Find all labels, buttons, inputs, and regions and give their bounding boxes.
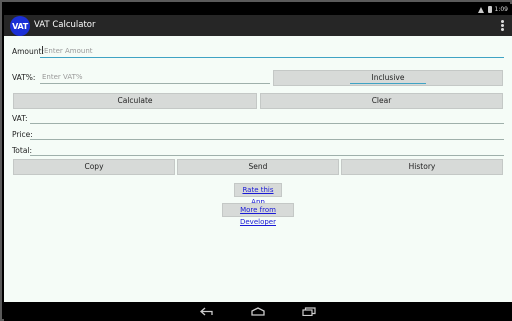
wifi-icon (477, 6, 485, 13)
copy-button[interactable]: Copy (13, 159, 175, 175)
amount-input[interactable]: Enter Amount (40, 46, 504, 58)
send-button[interactable]: Send (177, 159, 339, 175)
inclusive-label: Inclusive (371, 73, 405, 82)
amount-placeholder: Enter Amount (44, 47, 93, 55)
app-title: VAT Calculator (34, 20, 96, 30)
device-frame: 1:09 VAT VAT Calculator Amount: Enter Am… (0, 0, 512, 321)
action-bar: VAT VAT Calculator (4, 15, 512, 36)
clear-button[interactable]: Clear (260, 93, 503, 109)
total-result-field (30, 144, 504, 156)
vat-result-label: VAT: (12, 114, 28, 123)
vat-percent-input[interactable]: Enter VAT% (40, 72, 270, 84)
home-icon[interactable] (251, 307, 265, 316)
inclusive-indicator (350, 83, 426, 84)
battery-icon (487, 6, 492, 13)
vat-percent-label: VAT%: (12, 73, 36, 82)
navigation-bar (4, 302, 512, 321)
more-from-developer-link[interactable]: More from Developer (222, 203, 294, 226)
app-logo-icon: VAT (10, 16, 30, 36)
status-icons: 1:09 (477, 6, 508, 13)
recent-apps-icon[interactable] (302, 307, 316, 316)
overflow-menu-icon[interactable] (501, 20, 504, 31)
status-bar: 1:09 (4, 4, 512, 15)
overflow-dot (501, 24, 504, 27)
calculate-button[interactable]: Calculate (13, 93, 257, 109)
clock: 1:09 (494, 6, 508, 13)
price-result-field (30, 128, 504, 140)
vat-result-field (30, 112, 504, 124)
history-button[interactable]: History (341, 159, 503, 175)
main-content: Amount: Enter Amount VAT%: Enter VAT% In… (4, 36, 512, 302)
back-icon[interactable] (200, 307, 214, 316)
rate-app-link[interactable]: Rate this App (234, 183, 282, 206)
text-caret (42, 46, 43, 54)
inclusive-toggle[interactable]: Inclusive (273, 70, 503, 86)
vat-percent-placeholder: Enter VAT% (42, 73, 83, 81)
overflow-dot (501, 28, 504, 31)
overflow-dot (501, 20, 504, 23)
